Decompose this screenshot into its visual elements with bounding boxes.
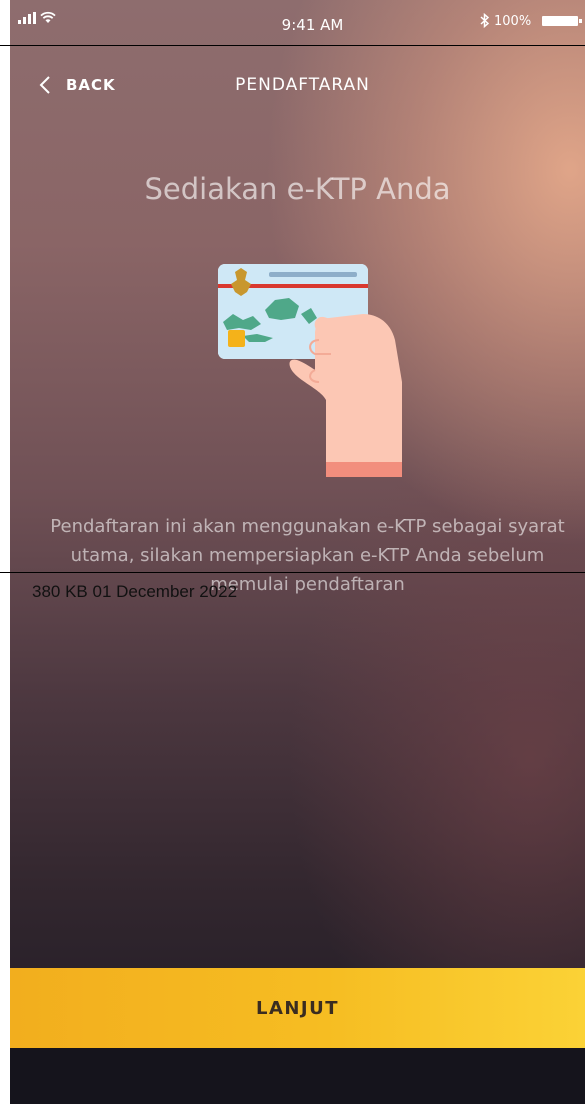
overlay-divider-top: [0, 45, 585, 46]
page-heading: Sediakan e-KTP Anda: [144, 172, 451, 206]
battery-icon: [542, 16, 582, 26]
nav-title: PENDAFTARAN: [235, 75, 370, 95]
nav-bar: BACK PENDAFTARAN: [10, 60, 585, 110]
overlay-divider-bottom: [0, 572, 585, 573]
battery-percent: 100%: [494, 14, 532, 29]
continue-button[interactable]: LANJUT: [10, 968, 585, 1048]
hand-holding-id-card-icon: [218, 264, 402, 477]
file-info-label: 380 KB 01 December 2022: [32, 582, 238, 601]
bottom-strip: [10, 1048, 585, 1104]
status-bar: 9:41 AM 100%: [10, 0, 585, 46]
bluetooth-icon: [480, 13, 490, 28]
registration-screen: 9:41 AM 100% BACK PENDAFTARAN Sediakan e…: [10, 0, 585, 1104]
